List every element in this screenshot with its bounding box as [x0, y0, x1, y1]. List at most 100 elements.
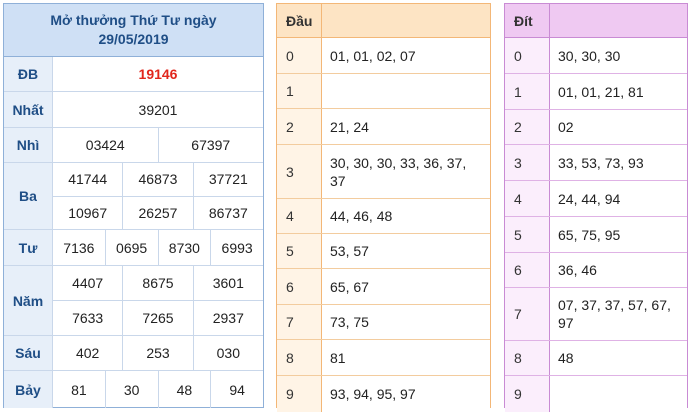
dau-header-label: Đầu	[277, 4, 322, 37]
dau-table-header: Đầu	[277, 4, 490, 38]
dit-row: 1 01, 01, 21, 81	[505, 74, 687, 110]
dau-row: 2 21, 24	[277, 109, 490, 145]
dit-key: 5	[505, 217, 550, 252]
prize-row-db: ĐB 19146	[4, 57, 263, 92]
dit-value: 02	[550, 110, 687, 144]
dau-row: 0 01, 01, 02, 07	[277, 38, 490, 74]
dit-key: 8	[505, 341, 550, 375]
prize-number: 86737	[208, 204, 248, 221]
prize-number: 8675	[123, 266, 194, 300]
dau-key: 1	[277, 74, 322, 108]
dau-value: 01, 01, 02, 07	[322, 38, 490, 73]
prize-number: 3601	[212, 275, 244, 291]
prize-label-sau: Sáu	[4, 336, 53, 370]
dit-key: 9	[505, 376, 550, 412]
prize-number: 03424	[53, 128, 159, 162]
prize-row-ba: Ba 41744 46873 37721 10967 26257 86737	[4, 163, 263, 230]
dit-key: 0	[505, 38, 550, 73]
dit-value: 33, 53, 73, 93	[550, 145, 687, 180]
dit-table: Đít 0 30, 30, 30 1 01, 01, 21, 81 2 02 3 33,…	[504, 3, 688, 412]
dau-row: 4 44, 46, 48	[277, 199, 490, 234]
dau-value: 93, 94, 95, 97	[322, 376, 490, 412]
dau-row: 3 30, 30, 30, 33, 36, 37, 37	[277, 145, 490, 199]
dit-value: 01, 01, 21, 81	[550, 74, 687, 109]
dit-row: 7 07, 37, 37, 57, 67, 97	[505, 288, 687, 341]
dit-row: 4 24, 44, 94	[505, 181, 687, 217]
prize-number: 253	[123, 336, 194, 370]
dit-value: 65, 75, 95	[550, 217, 687, 252]
prize-row-nhat: Nhất 39201	[4, 92, 263, 128]
dau-value: 21, 24	[322, 109, 490, 144]
prize-number: 30	[106, 371, 159, 408]
dit-row: 3 33, 53, 73, 93	[505, 145, 687, 181]
prize-number: 030	[216, 345, 240, 361]
dau-key: 7	[277, 305, 322, 339]
dit-key: 2	[505, 110, 550, 144]
prize-number: 37721	[208, 171, 248, 188]
dit-table-header: Đít	[505, 4, 687, 38]
results-title: Mở thưởng Thứ Tư ngày 29/05/2019	[4, 4, 263, 57]
prize-number: 41744	[53, 163, 124, 196]
dau-row: 9 93, 94, 95, 97	[277, 376, 490, 412]
dau-value: 53, 57	[322, 234, 490, 268]
prize-number: 0695	[106, 230, 159, 265]
dit-value: 30, 30, 30	[550, 38, 687, 73]
dau-table: Đầu 0 01, 01, 02, 07 1 2 21, 24 3 30, 30, 3…	[276, 3, 491, 412]
prize-label-nhat: Nhất	[4, 92, 53, 127]
prize-number: 46873	[123, 163, 194, 196]
dit-key: 1	[505, 74, 550, 109]
prize-number: 81	[53, 371, 106, 408]
dau-value	[322, 74, 490, 108]
dau-key: 5	[277, 234, 322, 268]
prize-number: 39201	[138, 101, 178, 118]
dau-value: 30, 30, 30, 33, 36, 37, 37	[322, 145, 490, 198]
dau-key: 4	[277, 199, 322, 233]
dit-row: 5 65, 75, 95	[505, 217, 687, 253]
dit-row: 2 02	[505, 110, 687, 145]
dit-value: 24, 44, 94	[550, 181, 687, 216]
dit-value: 48	[550, 341, 687, 375]
dit-value: 07, 37, 37, 57, 67, 97	[550, 288, 687, 340]
dau-value: 73, 75	[322, 305, 490, 339]
dau-key: 2	[277, 109, 322, 144]
prize-number: 402	[53, 336, 124, 370]
dau-row: 6 65, 67	[277, 269, 490, 305]
dau-value: 81	[322, 340, 490, 375]
dau-value: 65, 67	[322, 269, 490, 304]
prize-number: 19146	[138, 66, 178, 82]
results-panel: Mở thưởng Thứ Tư ngày 29/05/2019 ĐB 1914…	[3, 3, 264, 408]
prize-number: 2937	[212, 310, 244, 326]
dit-key: 7	[505, 288, 550, 340]
dit-row: 6 36, 46	[505, 253, 687, 288]
prize-number: 7265	[123, 301, 194, 335]
prize-label-bay: Bảy	[4, 371, 53, 408]
prize-number: 7633	[53, 301, 124, 335]
dit-key: 3	[505, 145, 550, 180]
dit-header-label: Đít	[505, 4, 550, 37]
dau-key: 8	[277, 340, 322, 375]
prize-label-tu: Tư	[4, 230, 53, 265]
dau-row: 1	[277, 74, 490, 109]
dau-key: 0	[277, 38, 322, 73]
dau-row: 5 53, 57	[277, 234, 490, 269]
prize-number: 48	[159, 371, 212, 408]
dit-key: 4	[505, 181, 550, 216]
prize-row-bay: Bảy 81 30 48 94	[4, 371, 263, 408]
dau-key: 3	[277, 145, 322, 198]
prize-number: 8730	[159, 230, 212, 265]
prize-number: 26257	[123, 196, 194, 229]
prize-label-nhi: Nhì	[4, 128, 53, 162]
prize-number: 67397	[191, 137, 231, 153]
prize-number: 7136	[53, 230, 106, 265]
dau-value: 44, 46, 48	[322, 199, 490, 233]
prize-number: 6993	[221, 239, 253, 256]
dau-row: 7 73, 75	[277, 305, 490, 340]
prize-label-db: ĐB	[4, 57, 53, 91]
dit-value: 36, 46	[550, 253, 687, 287]
prize-label-nam: Năm	[4, 266, 53, 335]
prize-row-tu: Tư 7136 0695 8730 6993	[4, 230, 263, 266]
prize-number: 10967	[53, 196, 124, 229]
dau-row: 8 81	[277, 340, 490, 376]
results-date: 29/05/2019	[98, 31, 169, 47]
dit-key: 6	[505, 253, 550, 287]
